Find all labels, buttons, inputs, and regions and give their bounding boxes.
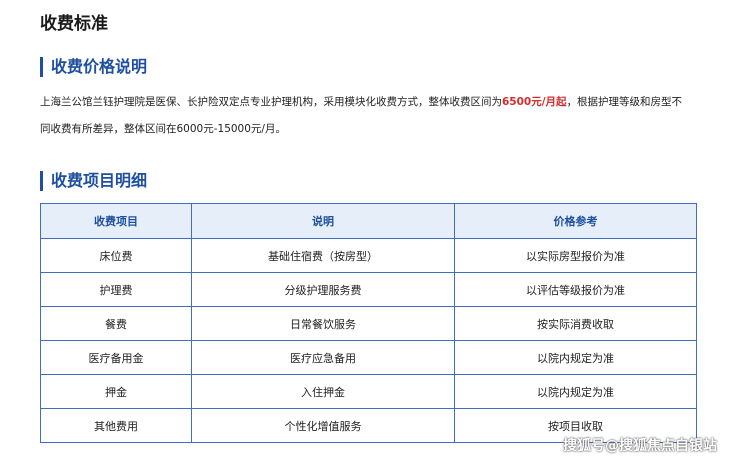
intro-paragraph-line-2: 同收费有所差异，整体区间在6000元-15000元/月。 bbox=[40, 123, 286, 135]
column-header-item: 收费项目 bbox=[40, 203, 192, 239]
table-row: 押金 入住押金 以院内规定为准 bbox=[40, 374, 697, 409]
intro-text-after: ，根据护理等级和房型不 bbox=[566, 96, 683, 108]
fee-item-cell: 押金 bbox=[40, 374, 192, 409]
table-row: 餐费 日常餐饮服务 按实际消费收取 bbox=[40, 306, 697, 341]
fee-item-cell: 医疗备用金 bbox=[40, 340, 192, 375]
page-title: 收费标准 bbox=[40, 14, 108, 34]
intro-paragraph-line-1: 上海兰公馆兰钰护理院是医保、长护险双定点专业护理机构，采用模块化收费方式，整体收… bbox=[40, 94, 682, 110]
table-header-row: 收费项目 说明 价格参考 bbox=[40, 203, 697, 239]
fee-description-cell: 医疗应急备用 bbox=[191, 340, 455, 375]
fee-item-cell: 餐费 bbox=[40, 306, 192, 341]
fee-description-cell: 日常餐饮服务 bbox=[191, 306, 455, 341]
fee-price-cell: 以评估等级报价为准 bbox=[454, 272, 697, 307]
fee-price-cell: 按实际消费收取 bbox=[454, 306, 697, 341]
fee-item-cell: 其他费用 bbox=[40, 408, 192, 443]
fee-price-cell: 以院内规定为准 bbox=[454, 340, 697, 375]
fee-description-cell: 入住押金 bbox=[191, 374, 455, 409]
fee-description-cell: 分级护理服务费 bbox=[191, 272, 455, 307]
fee-item-cell: 护理费 bbox=[40, 272, 192, 307]
fee-price-cell: 以院内规定为准 bbox=[454, 374, 697, 409]
items-section-heading: 收费项目明细 bbox=[40, 171, 147, 191]
table-row: 床位费 基础住宿费（按房型） 以实际房型报价为准 bbox=[40, 238, 697, 273]
fee-description-cell: 基础住宿费（按房型） bbox=[191, 238, 455, 273]
watermark: 搜狐号@搜狐焦点自银站 bbox=[563, 438, 717, 454]
intro-text-before: 上海兰公馆兰钰护理院是医保、长护险双定点专业护理机构，采用模块化收费方式，整体收… bbox=[40, 96, 502, 108]
table-row: 医疗备用金 医疗应急备用 以院内规定为准 bbox=[40, 340, 697, 375]
price-section-heading: 收费价格说明 bbox=[40, 57, 147, 77]
table-row: 护理费 分级护理服务费 以评估等级报价为准 bbox=[40, 272, 697, 307]
price-highlight: 6500元/月起 bbox=[502, 96, 567, 108]
column-header-description: 说明 bbox=[191, 203, 455, 239]
fee-item-cell: 床位费 bbox=[40, 238, 192, 273]
column-header-price: 价格参考 bbox=[454, 203, 697, 239]
fee-table: 收费项目 说明 价格参考 床位费 基础住宿费（按房型） 以实际房型报价为准 护理… bbox=[40, 203, 697, 443]
fee-price-cell: 以实际房型报价为准 bbox=[454, 238, 697, 273]
fee-description-cell: 个性化增值服务 bbox=[191, 408, 455, 443]
